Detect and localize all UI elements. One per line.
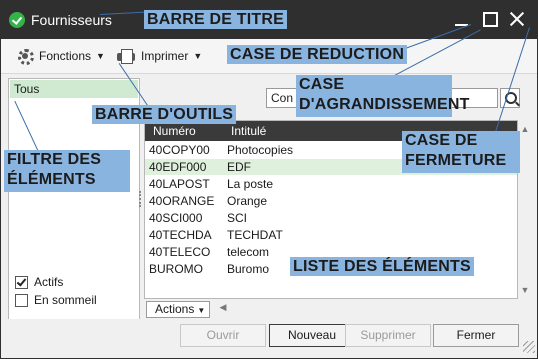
cell-title: Buromo bbox=[227, 262, 270, 276]
annotation-title-bar: BARRE DE TITRE bbox=[144, 10, 288, 29]
chevron-down-icon: ▼ bbox=[193, 51, 203, 61]
chevron-down-icon: ▼ bbox=[96, 51, 105, 61]
cell-title: TECHDAT bbox=[227, 228, 283, 242]
annotation-filter-line1: FILTRE DES bbox=[7, 151, 102, 168]
cell-title: La poste bbox=[227, 177, 274, 191]
cell-number: 40EDF000 bbox=[149, 160, 207, 174]
table-row[interactable]: 40TECHDA TECHDAT bbox=[145, 227, 517, 243]
cell-number: 40TELECO bbox=[149, 245, 211, 259]
cell-number: 40COPY00 bbox=[149, 143, 210, 157]
open-button[interactable]: Ouvrir bbox=[180, 324, 266, 347]
cell-number: BUROMO bbox=[149, 262, 203, 276]
close-button[interactable]: Fermer bbox=[433, 324, 519, 347]
annotation-maximize-line1: CASE bbox=[299, 76, 345, 93]
column-header-number[interactable]: Numéro bbox=[153, 124, 196, 138]
horizontal-scrollbar[interactable]: ◀ bbox=[216, 300, 518, 314]
cell-title: SCI bbox=[227, 211, 248, 225]
annotation-reduce: CASE DE REDUCTION bbox=[227, 45, 408, 64]
app-icon bbox=[9, 12, 25, 28]
actions-label: Actions bbox=[155, 302, 195, 316]
table-row[interactable]: 40SCI000 SCI bbox=[145, 210, 517, 226]
new-button[interactable]: Nouveau bbox=[269, 324, 355, 347]
annotation-close: CASE DE FERMETURE bbox=[402, 131, 520, 173]
table-row[interactable]: 40ORANGE Orange bbox=[145, 193, 517, 209]
dormant-checkbox-label: En sommeil bbox=[34, 293, 97, 307]
delete-button[interactable]: Supprimer bbox=[345, 324, 431, 347]
print-label: Imprimer bbox=[141, 49, 189, 63]
chevron-down-icon: ▼ bbox=[197, 306, 206, 315]
column-header-title[interactable]: Intitulé bbox=[231, 124, 266, 138]
annotation-filter: FILTRE DES ÉLÉMENTS bbox=[4, 150, 130, 192]
annotation-list: LISTE DES ÉLÉMENTS bbox=[290, 257, 474, 276]
scroll-up-icon[interactable]: ▲ bbox=[518, 122, 532, 136]
active-checkbox[interactable]: Actifs bbox=[15, 275, 63, 289]
cell-number: 40TECHDA bbox=[149, 228, 212, 242]
annotation-maximize-line2: D'AGRANDISSEMENT bbox=[299, 96, 470, 113]
checkbox-checked-icon bbox=[15, 275, 28, 289]
cell-number: 40LAPOST bbox=[149, 177, 210, 191]
filter-item-all[interactable]: Tous bbox=[10, 80, 138, 98]
cell-title: Photocopies bbox=[227, 143, 294, 157]
button-bar: Ouvrir Nouveau Supprimer Fermer bbox=[1, 319, 537, 358]
cell-title: EDF bbox=[227, 160, 251, 174]
scroll-left-icon[interactable]: ◀ bbox=[216, 300, 230, 314]
resize-grip-icon[interactable] bbox=[523, 341, 535, 353]
functions-menu-button[interactable]: Fonctions ▼ bbox=[17, 47, 105, 65]
gear-icon bbox=[17, 48, 34, 65]
checkbox-unchecked-icon bbox=[15, 293, 28, 307]
table-row[interactable]: 40LAPOST La poste bbox=[145, 176, 517, 192]
annotation-maximize: CASE D'AGRANDISSEMENT bbox=[296, 75, 470, 117]
maximize-icon[interactable] bbox=[479, 9, 499, 29]
print-menu-button[interactable]: Imprimer ▼ bbox=[117, 47, 202, 65]
cell-number: 40ORANGE bbox=[149, 194, 215, 208]
annotation-filter-line2: ÉLÉMENTS bbox=[7, 171, 96, 188]
vertical-scrollbar[interactable]: ▲ ▼ bbox=[518, 120, 532, 299]
active-checkbox-label: Actifs bbox=[34, 275, 64, 289]
printer-icon bbox=[117, 48, 135, 64]
annotation-toolbar: BARRE D'OUTILS bbox=[92, 105, 237, 124]
close-icon[interactable] bbox=[507, 9, 527, 29]
cell-title: telecom bbox=[227, 245, 270, 259]
actions-dropdown[interactable]: Actions ▼ bbox=[146, 301, 210, 318]
scroll-down-icon[interactable]: ▼ bbox=[518, 283, 532, 297]
annotation-close-line1: CASE DE bbox=[405, 132, 478, 149]
annotation-close-line2: FERMETURE bbox=[405, 152, 507, 169]
cell-number: 40SCI000 bbox=[149, 211, 203, 225]
functions-label: Fonctions bbox=[39, 49, 92, 63]
cell-title: Orange bbox=[227, 194, 268, 208]
dormant-checkbox[interactable]: En sommeil bbox=[15, 293, 97, 307]
